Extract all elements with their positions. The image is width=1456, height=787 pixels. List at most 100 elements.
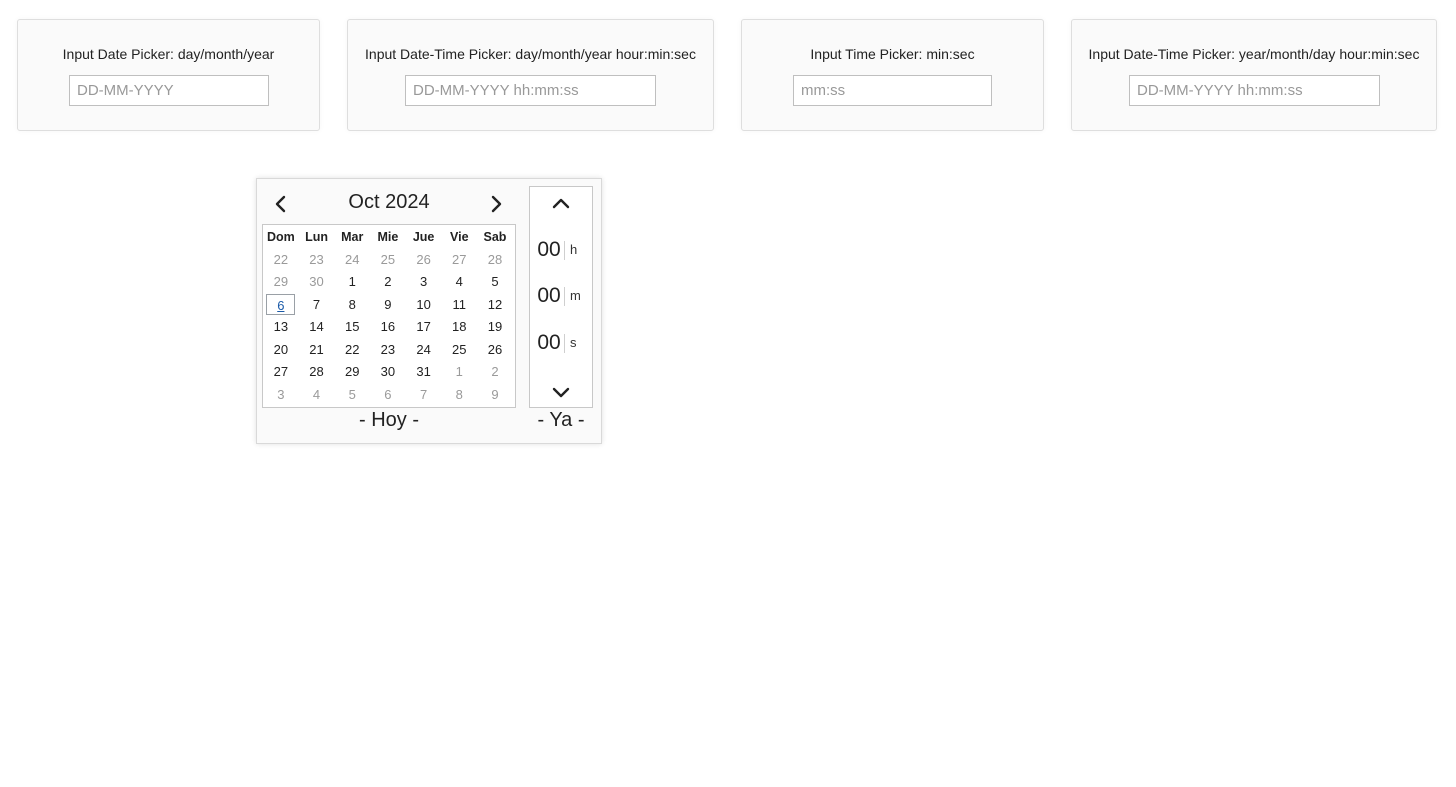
hours-unit: h	[570, 242, 578, 257]
minutes-value[interactable]: 00	[535, 281, 563, 311]
today-button[interactable]: - Hoy -	[317, 409, 461, 432]
calendar-day-other-month[interactable]: 8	[441, 384, 477, 407]
calendar-week-row: 27 28 29 30 31 1 2	[263, 361, 515, 384]
weekday-header: Mar	[341, 230, 364, 244]
calendar-day-today-label: 6	[266, 293, 296, 315]
datetime-ymd-picker-card: Input Date-Time Picker: year/month/day h…	[1071, 19, 1437, 131]
chevron-down-icon	[552, 387, 570, 398]
calendar-day-other-month[interactable]: 23	[299, 249, 335, 272]
calendar-day[interactable]: 4	[441, 271, 477, 294]
calendar-day-other-month[interactable]: 22	[263, 249, 299, 272]
calendar-day[interactable]: 7	[299, 294, 335, 317]
weekday-header: Vie	[450, 230, 469, 244]
weekday-header: Mie	[377, 230, 399, 244]
seconds-value[interactable]: 00	[535, 328, 563, 358]
date-picker-card: Input Date Picker: day/month/year	[17, 19, 320, 131]
datetime-input[interactable]	[405, 75, 656, 106]
calendar-week-row: 20 21 22 23 24 25 26	[263, 339, 515, 362]
next-month-button[interactable]	[483, 191, 509, 217]
prev-month-button[interactable]	[268, 191, 294, 217]
calendar-day[interactable]: 1	[334, 271, 370, 294]
date-picker-label: Input Date Picker: day/month/year	[62, 46, 275, 62]
calendar-day[interactable]: 28	[299, 361, 335, 384]
weekday-header-row: Dom Lun Mar Mie Jue Vie Sab	[263, 226, 515, 249]
minutes-unit: m	[570, 288, 581, 303]
calendar-week-row: 3456789	[263, 384, 515, 407]
calendar-day-other-month[interactable]: 2	[477, 361, 513, 384]
calendar-day-other-month[interactable]: 24	[334, 249, 370, 272]
calendar-day[interactable]: 29	[334, 361, 370, 384]
calendar-grid: Dom Lun Mar Mie Jue Vie Sab 22 23 24 25 26 27 28 29 30…	[262, 224, 516, 408]
hours-row: 00 h	[530, 235, 594, 265]
time-input[interactable]	[793, 75, 992, 106]
calendar-day[interactable]: 15	[334, 316, 370, 339]
calendar-week-row: 29 30 1 2 3 4 5	[263, 271, 515, 294]
now-button[interactable]: - Ya -	[529, 409, 593, 432]
calendar-week-row: 6 7 8 9 10 11 12	[263, 293, 515, 317]
calendar-day[interactable]: 14	[299, 316, 335, 339]
chevron-up-icon	[552, 198, 570, 209]
calendar-day-other-month[interactable]: 30	[299, 271, 335, 294]
calendar-day-other-month[interactable]: 28	[477, 249, 513, 272]
calendar-week-row: 22 23 24 25 26 27 28	[263, 249, 515, 272]
calendar-day-other-month[interactable]: 1	[441, 361, 477, 384]
calendar-day[interactable]: 25	[441, 339, 477, 362]
calendar-day[interactable]: 20	[263, 339, 299, 362]
calendar-day[interactable]: 2	[370, 271, 406, 294]
calendar-day[interactable]: 31	[406, 361, 442, 384]
calendar-week-row: 13 14 15 16 17 18 19	[263, 316, 515, 339]
hours-divider	[564, 241, 565, 260]
calendar-day[interactable]: 26	[477, 339, 513, 362]
calendar-day[interactable]: 27	[263, 361, 299, 384]
calendar-day[interactable]: 24	[406, 339, 442, 362]
calendar-day[interactable]: 3	[406, 271, 442, 294]
time-selector: 00 h 00 m 00 s	[529, 186, 593, 408]
seconds-row: 00 s	[530, 328, 594, 358]
calendar-day-other-month[interactable]: 9	[477, 384, 513, 407]
time-picker-card: Input Time Picker: min:sec	[741, 19, 1044, 131]
calendar-day-other-month[interactable]: 3	[263, 384, 299, 407]
calendar-day[interactable]: 13	[263, 316, 299, 339]
calendar-day[interactable]: 9	[370, 294, 406, 317]
seconds-divider	[564, 334, 565, 353]
datetime-picker-popup: Oct 2024 Dom Lun Mar Mie Jue Vie Sab 22 23 24 25 2…	[256, 178, 602, 444]
calendar-day-other-month[interactable]: 6	[370, 384, 406, 407]
calendar-day[interactable]: 16	[370, 316, 406, 339]
seconds-unit: s	[570, 335, 577, 350]
datetime-ymd-input[interactable]	[1129, 75, 1380, 106]
calendar-day[interactable]: 11	[441, 294, 477, 317]
minutes-divider	[564, 287, 565, 306]
calendar-day[interactable]: 23	[370, 339, 406, 362]
calendar-day[interactable]: 30	[370, 361, 406, 384]
calendar-day-other-month[interactable]: 29	[263, 271, 299, 294]
calendar-day[interactable]: 22	[334, 339, 370, 362]
calendar-day[interactable]: 10	[406, 294, 442, 317]
calendar-day-other-month[interactable]: 26	[406, 249, 442, 272]
weekday-header: Dom	[266, 230, 295, 244]
weekday-header: Jue	[412, 230, 435, 244]
calendar-day[interactable]: 12	[477, 294, 513, 317]
month-year-title[interactable]: Oct 2024	[317, 191, 461, 214]
time-down-button[interactable]	[548, 379, 574, 405]
calendar-day-other-month[interactable]: 5	[334, 384, 370, 407]
calendar-day[interactable]: 21	[299, 339, 335, 362]
time-picker-label: Input Time Picker: min:sec	[810, 46, 975, 62]
calendar-day-other-month[interactable]: 27	[441, 249, 477, 272]
calendar-day[interactable]: 19	[477, 316, 513, 339]
chevron-right-icon	[491, 195, 502, 213]
calendar-day-today[interactable]: 6	[263, 293, 299, 317]
calendar-day-other-month[interactable]: 25	[370, 249, 406, 272]
minutes-row: 00 m	[530, 281, 594, 311]
calendar-day-other-month[interactable]: 7	[406, 384, 442, 407]
hours-value[interactable]: 00	[535, 235, 563, 265]
calendar-day[interactable]: 17	[406, 316, 442, 339]
calendar-day[interactable]: 8	[334, 294, 370, 317]
weekday-header: Lun	[305, 230, 328, 244]
calendar-day[interactable]: 5	[477, 271, 513, 294]
time-up-button[interactable]	[548, 191, 574, 217]
datetime-picker-label: Input Date-Time Picker: day/month/year h…	[365, 46, 696, 62]
date-input[interactable]	[69, 75, 269, 106]
calendar-day[interactable]: 18	[441, 316, 477, 339]
calendar-day-other-month[interactable]: 4	[299, 384, 335, 407]
datetime-ymd-picker-label: Input Date-Time Picker: year/month/day h…	[1088, 46, 1420, 62]
